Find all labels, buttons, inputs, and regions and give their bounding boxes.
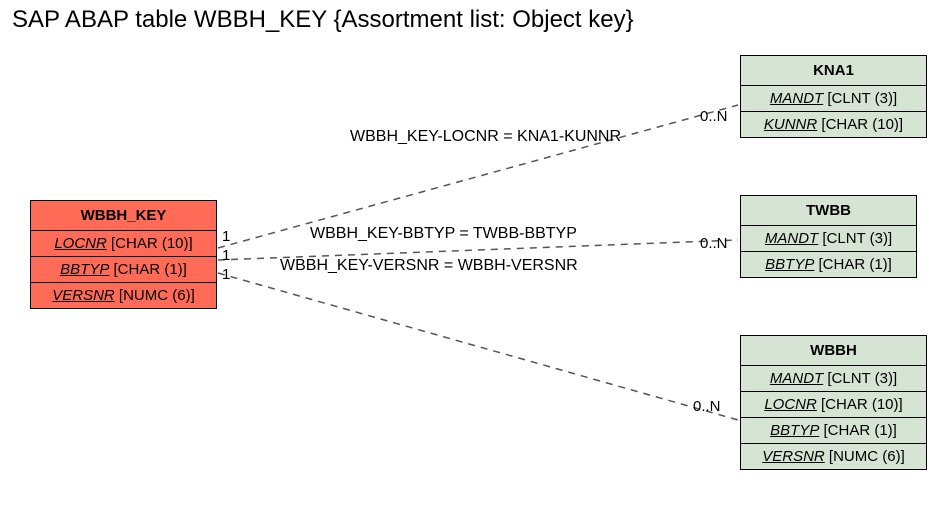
edge-label-twbb: WBBH_KEY-BBTYP = TWBB-BBTYP (310, 225, 577, 243)
field-type: [NUMC (6)] (829, 448, 905, 465)
field-name: KUNNR (764, 116, 817, 133)
card-left-e1: 1 (222, 228, 230, 245)
field-row: MANDT [CLNT (3)] (741, 226, 916, 252)
field-type: [CHAR (10)] (111, 235, 193, 252)
field-name: MANDT (770, 370, 823, 387)
field-type: [CHAR (1)] (114, 261, 187, 278)
field-name: LOCNR (54, 235, 107, 252)
field-row: VERSNR [NUMC (6)] (31, 283, 216, 308)
field-name: BBTYP (60, 261, 109, 278)
card-right-e1: 0..N (700, 108, 728, 125)
field-name: VERSNR (762, 448, 825, 465)
card-left-e3: 1 (222, 266, 230, 283)
field-row: LOCNR [CHAR (10)] (31, 231, 216, 257)
field-row: BBTYP [CHAR (1)] (741, 418, 926, 444)
card-right-e4: 0..N (693, 398, 721, 415)
field-row: BBTYP [CHAR (1)] (31, 257, 216, 283)
field-name: VERSNR (52, 287, 115, 304)
entity-twbb-header: TWBB (741, 196, 916, 226)
field-row: MANDT [CLNT (3)] (741, 86, 926, 112)
entity-kna1-header: KNA1 (741, 56, 926, 86)
field-name: BBTYP (765, 256, 814, 273)
field-row: BBTYP [CHAR (1)] (741, 252, 916, 277)
field-type: [CLNT (3)] (822, 230, 892, 247)
entity-wbbh-header: WBBH (741, 336, 926, 366)
field-row: LOCNR [CHAR (10)] (741, 392, 926, 418)
entity-wbbh: WBBH MANDT [CLNT (3)] LOCNR [CHAR (10)] … (740, 335, 927, 470)
field-name: BBTYP (770, 422, 819, 439)
field-type: [CHAR (1)] (824, 422, 897, 439)
field-type: [CLNT (3)] (827, 370, 897, 387)
field-type: [CHAR (10)] (821, 396, 903, 413)
field-row: VERSNR [NUMC (6)] (741, 444, 926, 469)
edge-label-wbbh: WBBH_KEY-VERSNR = WBBH-VERSNR (280, 257, 578, 275)
field-row: KUNNR [CHAR (10)] (741, 112, 926, 137)
diagram-canvas: SAP ABAP table WBBH_KEY {Assortment list… (0, 0, 944, 509)
entity-wbbh-key-header: WBBH_KEY (31, 201, 216, 231)
card-left-e2: 1 (222, 247, 230, 264)
field-type: [NUMC (6)] (119, 287, 195, 304)
field-type: [CLNT (3)] (827, 90, 897, 107)
entity-kna1: KNA1 MANDT [CLNT (3)] KUNNR [CHAR (10)] (740, 55, 927, 138)
field-name: MANDT (770, 90, 823, 107)
edge-label-kna1: WBBH_KEY-LOCNR = KNA1-KUNNR (350, 128, 621, 146)
field-row: MANDT [CLNT (3)] (741, 366, 926, 392)
field-type: [CHAR (10)] (821, 116, 903, 133)
field-name: MANDT (765, 230, 818, 247)
field-name: LOCNR (764, 396, 817, 413)
entity-wbbh-key: WBBH_KEY LOCNR [CHAR (10)] BBTYP [CHAR (… (30, 200, 217, 309)
card-right-e2: 0..N (700, 235, 728, 252)
entity-twbb: TWBB MANDT [CLNT (3)] BBTYP [CHAR (1)] (740, 195, 917, 278)
field-type: [CHAR (1)] (819, 256, 892, 273)
